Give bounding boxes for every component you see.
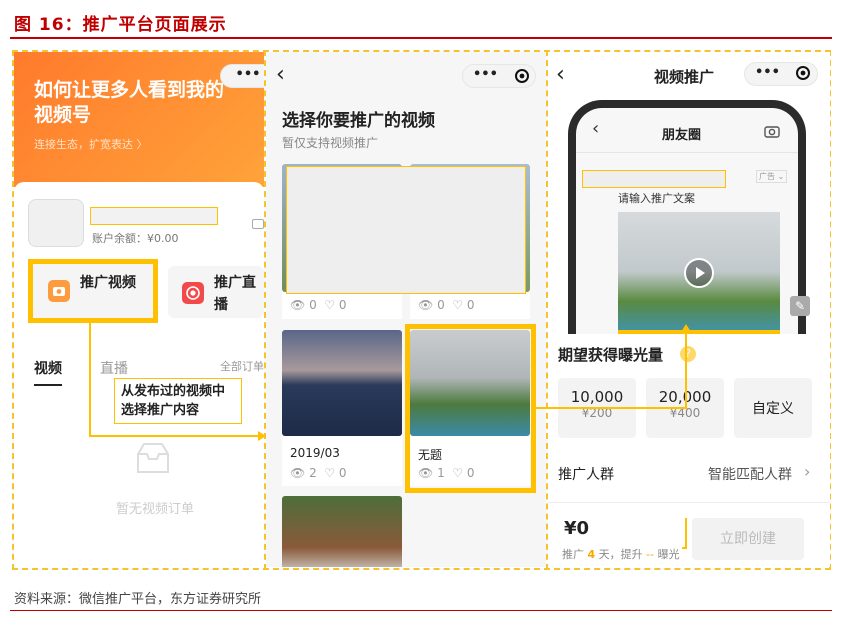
figure-source: 资料来源：微信推广平台，东方证券研究所 (14, 592, 262, 607)
flow-arrows (89, 318, 691, 549)
bottom-rule (10, 610, 832, 611)
